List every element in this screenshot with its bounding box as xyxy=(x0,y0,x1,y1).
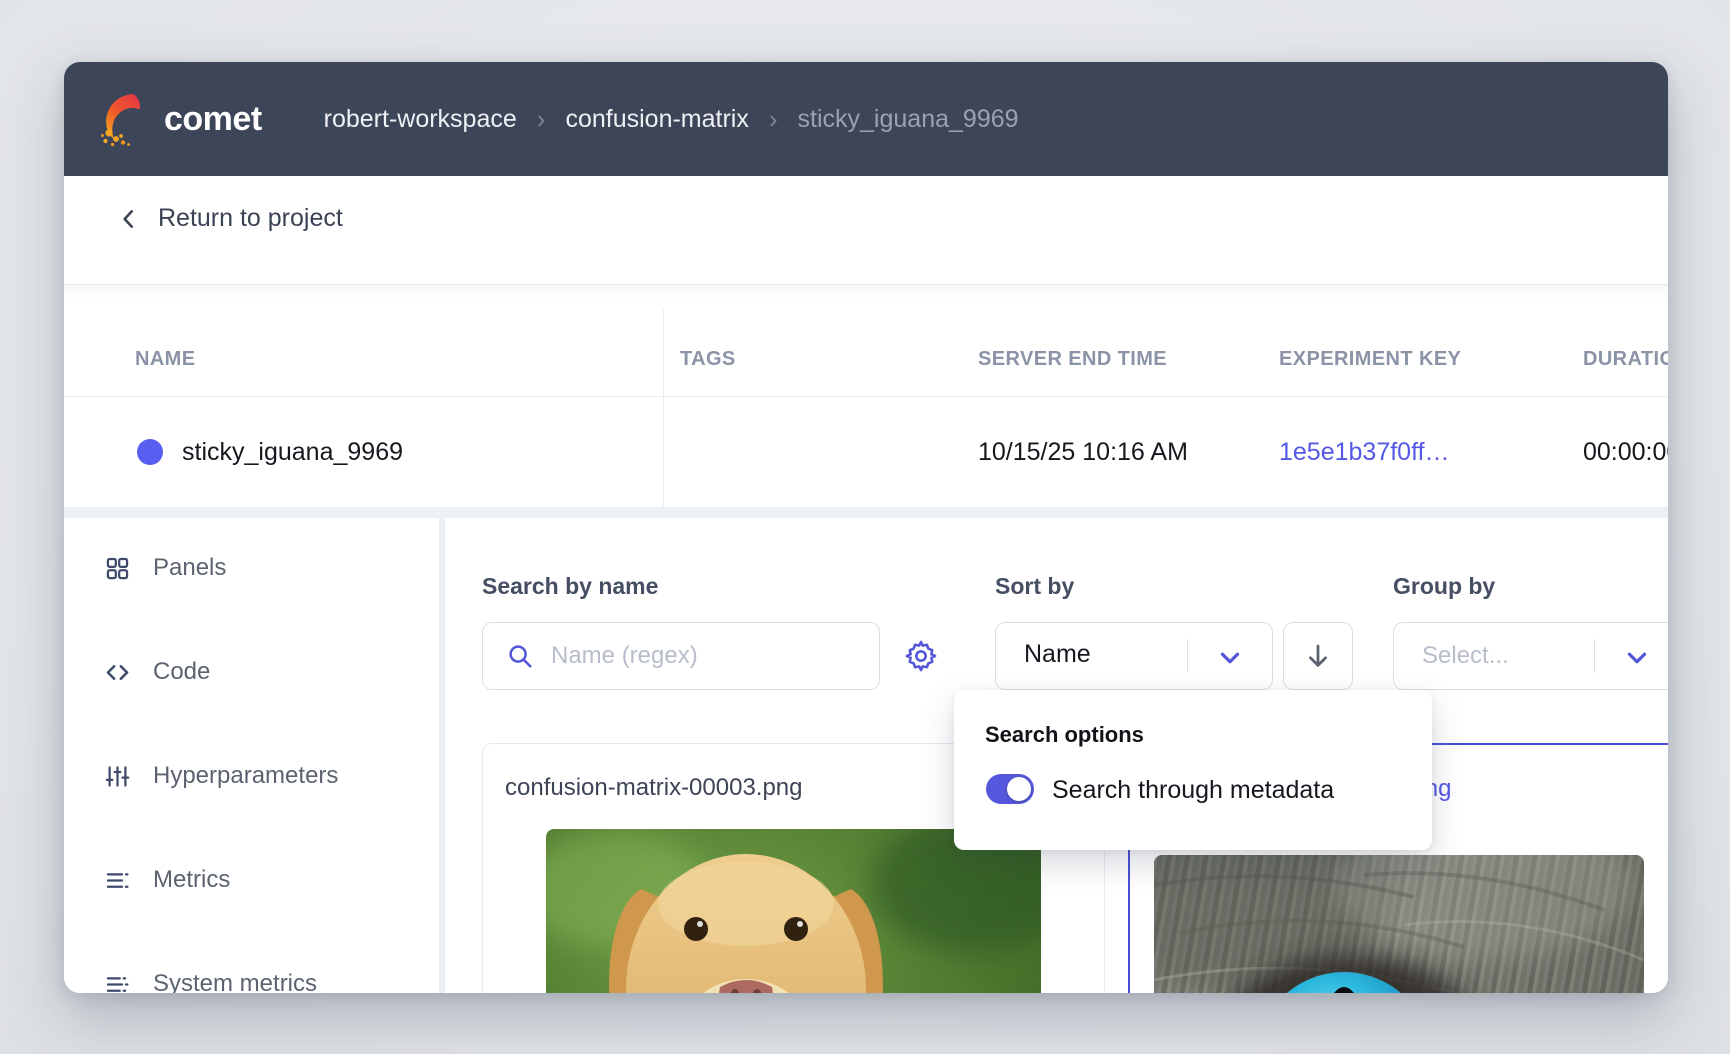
sidebar-item-system-metrics[interactable]: System metrics xyxy=(104,958,317,993)
comet-logo-text: comet xyxy=(164,100,262,139)
sidebar-item-label: Panels xyxy=(153,554,226,582)
group-by-label: Group by xyxy=(1393,573,1495,600)
column-header-tags[interactable]: TAGS xyxy=(680,348,736,371)
code-icon xyxy=(104,659,131,686)
sidebar-item-panels[interactable]: Panels xyxy=(104,542,226,594)
column-header-server-end-time[interactable]: SERVER END TIME xyxy=(978,348,1167,371)
sidebar-item-label: Code xyxy=(153,658,210,686)
breadcrumb-separator-icon: › xyxy=(769,104,778,135)
comet-logo-icon xyxy=(96,90,154,148)
experiment-status-dot xyxy=(137,439,163,465)
sidebar-item-code[interactable]: Code xyxy=(104,646,210,698)
arrow-down-icon xyxy=(1303,641,1333,671)
comet-logo[interactable]: comet xyxy=(96,90,262,148)
return-bar: Return to project xyxy=(64,176,1668,285)
section-divider xyxy=(64,507,1668,518)
gear-icon xyxy=(903,638,939,674)
experiment-sidebar: Panels Code Hyperparameters xyxy=(64,518,439,993)
metrics-lines-icon xyxy=(104,867,131,894)
column-header-duration[interactable]: DURATION xyxy=(1583,348,1668,371)
search-icon xyxy=(505,641,535,671)
sort-select[interactable]: Name xyxy=(995,622,1273,690)
sort-direction-button[interactable] xyxy=(1283,622,1353,690)
top-navigation-bar: comet robert-workspace › confusion-matri… xyxy=(64,62,1668,176)
sidebar-item-label: System metrics xyxy=(153,970,317,993)
cat-eye-photo[interactable] xyxy=(1154,855,1644,993)
breadcrumb-experiment: sticky_iguana_9969 xyxy=(798,105,1019,134)
sliders-icon xyxy=(104,763,131,790)
return-to-project-label: Return to project xyxy=(158,204,343,233)
return-to-project-button[interactable]: Return to project xyxy=(116,204,343,233)
chevron-down-icon xyxy=(1622,643,1652,673)
duration-cell: 00:00:00 xyxy=(1583,438,1668,467)
sidebar-item-label: Metrics xyxy=(153,866,230,894)
select-divider xyxy=(1187,639,1188,673)
experiments-table: NAME TAGS SERVER END TIME EXPERIMENT KEY… xyxy=(64,285,1668,507)
group-select-placeholder: Select... xyxy=(1422,642,1509,670)
group-select[interactable]: Select... xyxy=(1393,622,1668,690)
system-metrics-lines-icon xyxy=(104,971,131,994)
search-options-popover: Search options Search through metadata xyxy=(954,690,1432,850)
toggle-knob xyxy=(1007,777,1031,801)
search-by-name-label: Search by name xyxy=(482,573,658,600)
column-header-experiment-key[interactable]: EXPERIMENT KEY xyxy=(1279,348,1461,371)
breadcrumb-separator-icon: › xyxy=(537,104,546,135)
search-metadata-toggle-label: Search through metadata xyxy=(1052,776,1334,805)
search-options-button[interactable] xyxy=(897,632,945,680)
experiment-name: sticky_iguana_9969 xyxy=(182,438,403,467)
search-metadata-toggle[interactable] xyxy=(986,774,1034,804)
search-input[interactable] xyxy=(551,642,851,670)
dog-photo-art xyxy=(546,829,1041,993)
chevron-left-icon xyxy=(116,206,142,232)
select-divider xyxy=(1594,639,1595,673)
sort-select-value: Name xyxy=(1024,640,1091,669)
search-options-title: Search options xyxy=(985,722,1144,748)
breadcrumb-workspace[interactable]: robert-workspace xyxy=(324,105,517,134)
server-end-time-cell: 10/15/25 10:16 AM xyxy=(978,438,1188,467)
cat-photo-art xyxy=(1154,855,1644,993)
sidebar-item-metrics[interactable]: Metrics xyxy=(104,854,230,906)
experiment-key-link[interactable]: 1e5e1b37f0ff… xyxy=(1279,438,1450,467)
sidebar-item-label: Hyperparameters xyxy=(153,762,338,790)
breadcrumb-project[interactable]: confusion-matrix xyxy=(565,105,748,134)
app-window: comet robert-workspace › confusion-matri… xyxy=(64,62,1668,993)
sidebar-item-hyperparameters[interactable]: Hyperparameters xyxy=(104,750,338,802)
sort-by-label: Sort by xyxy=(995,573,1074,600)
dog-photo[interactable] xyxy=(546,829,1041,993)
experiment-row[interactable]: sticky_iguana_9969 10/15/25 10:16 AM 1e5… xyxy=(64,396,1668,507)
search-by-name-field xyxy=(482,622,880,690)
chevron-down-icon xyxy=(1215,643,1245,673)
grid-icon xyxy=(104,555,131,582)
breadcrumb: robert-workspace › confusion-matrix › st… xyxy=(324,104,1019,135)
column-header-name[interactable]: NAME xyxy=(135,348,196,371)
